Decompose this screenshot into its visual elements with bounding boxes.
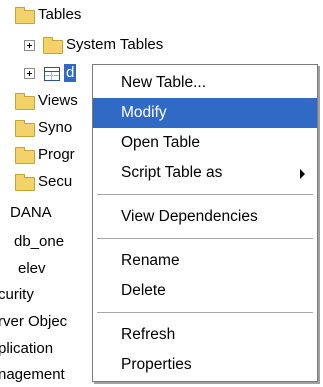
tree-node-label: db_one <box>14 233 65 250</box>
tree-node-synonyms[interactable]: Syno <box>0 117 92 139</box>
folder-icon <box>15 93 35 110</box>
tree-node-label: Secu <box>38 173 73 190</box>
tree-node-system-tables[interactable]: System Tables <box>0 34 323 56</box>
menu-item-label: Refresh <box>121 326 176 343</box>
menu-item-open-table[interactable]: Open Table <box>93 128 317 158</box>
folder-icon <box>15 120 35 137</box>
menu-item-view-dependencies[interactable]: View Dependencies <box>93 202 317 232</box>
menu-item-delete[interactable]: Delete <box>93 276 317 306</box>
menu-item-label: Open Table <box>121 134 200 151</box>
tree-node-management[interactable]: nagement <box>0 364 92 386</box>
tree-node-label: plication <box>0 340 54 357</box>
menu-separator <box>97 238 313 239</box>
tree-node-label: nagement <box>0 366 65 383</box>
menu-item-label: Delete <box>121 282 166 299</box>
expand-plus-icon[interactable] <box>24 68 35 79</box>
menu-item-label: Modify <box>121 104 167 121</box>
table-icon <box>44 67 60 81</box>
menu-item-label: Script Table as <box>121 164 223 181</box>
tree-node-db-one[interactable]: db_one <box>0 231 92 253</box>
menu-item-label: Properties <box>121 356 192 373</box>
menu-item-script-table-as[interactable]: Script Table as <box>93 158 317 188</box>
menu-item-modify[interactable]: Modify <box>93 98 317 128</box>
tree-node-views[interactable]: Views <box>0 90 92 112</box>
folder-icon <box>15 7 35 24</box>
expand-plus-icon[interactable] <box>24 40 35 51</box>
menu-item-properties[interactable]: Properties <box>93 350 317 380</box>
folder-icon <box>15 174 35 191</box>
tree-node-selected-table[interactable]: d <box>0 62 92 84</box>
tree-node-label: Tables <box>38 6 82 23</box>
tree-node-security[interactable]: Secu <box>0 171 92 193</box>
menu-item-refresh[interactable]: Refresh <box>93 320 317 350</box>
object-explorer-panel: Tables System Tables d Views Syno Progr … <box>0 0 323 387</box>
menu-item-label: View Dependencies <box>121 208 258 225</box>
submenu-arrow-icon <box>300 169 305 179</box>
tree-node-label: System Tables <box>66 36 164 53</box>
tree-node-dana[interactable]: DANA <box>0 202 92 224</box>
folder-icon <box>15 147 35 164</box>
menu-separator <box>97 312 313 313</box>
tree-node-server-security[interactable]: curity <box>0 284 92 306</box>
tree-node-label: Progr <box>38 146 75 163</box>
tree-node-label: curity <box>0 286 34 303</box>
tree-node-replication[interactable]: plication <box>0 338 92 360</box>
menu-item-new-table[interactable]: New Table... <box>93 68 317 98</box>
menu-item-rename[interactable]: Rename <box>93 246 317 276</box>
tree-node-label: Syno <box>38 119 73 136</box>
tree-node-label: elev <box>18 260 46 277</box>
tree-node-label: rver Objec <box>0 313 68 330</box>
context-menu: New Table... Modify Open Table Script Ta… <box>92 64 318 382</box>
menu-item-label: New Table... <box>121 74 207 91</box>
tree-node-elev[interactable]: elev <box>0 258 92 280</box>
tree-node-programmability[interactable]: Progr <box>0 144 92 166</box>
tree-node-label: Views <box>38 92 78 109</box>
tree-node-label: DANA <box>10 204 52 221</box>
folder-icon <box>43 37 63 54</box>
menu-item-label: Rename <box>121 252 180 269</box>
tree-node-server-objects[interactable]: rver Objec <box>0 311 92 333</box>
tree-node-tables[interactable]: Tables <box>0 4 323 26</box>
menu-separator <box>97 194 313 195</box>
tree-node-label: d <box>64 64 77 82</box>
